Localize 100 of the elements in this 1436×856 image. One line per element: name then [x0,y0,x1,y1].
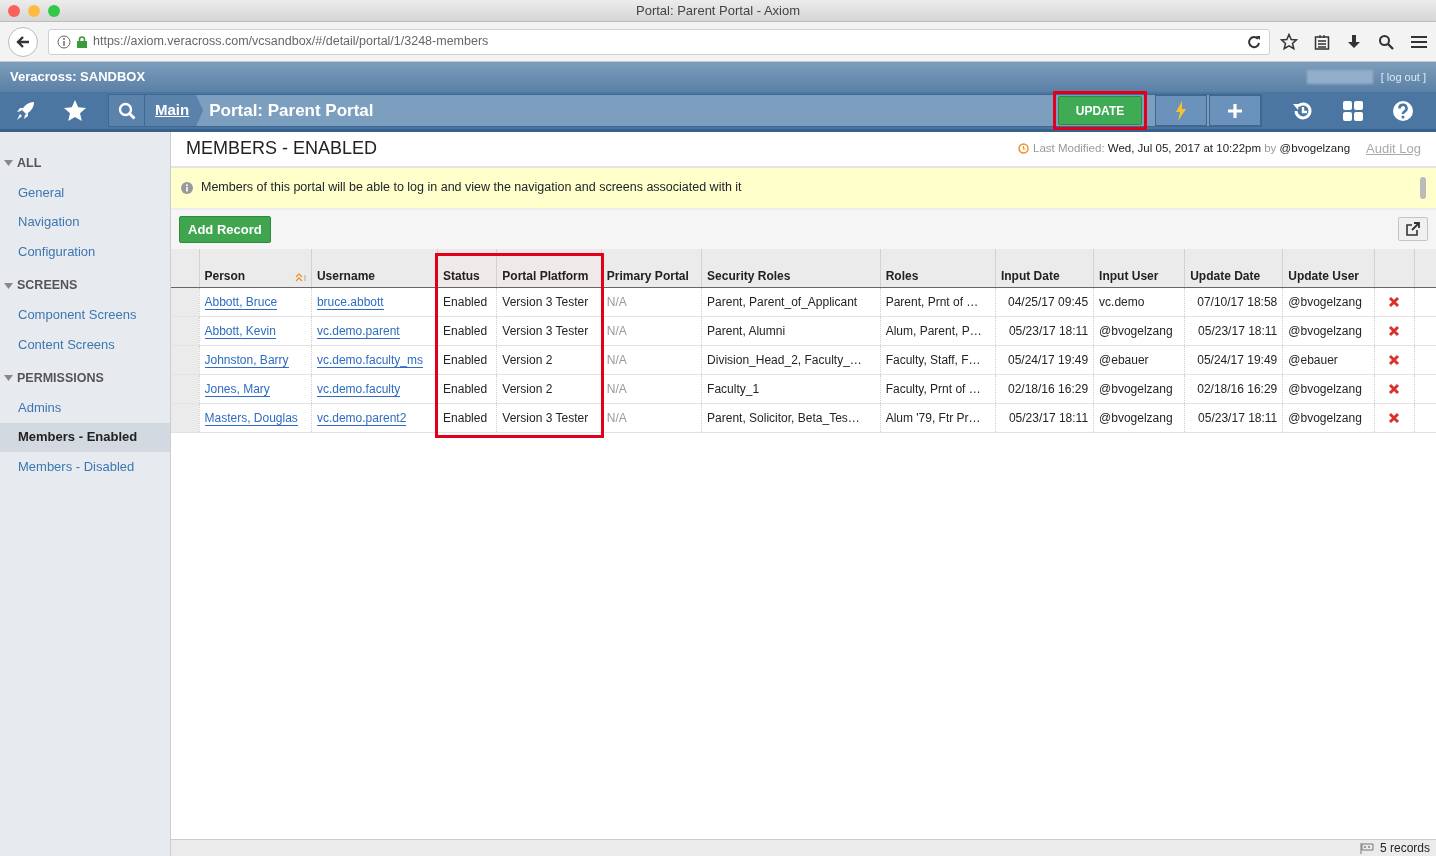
column-header[interactable]: Username [311,249,438,288]
column-header[interactable]: Update Date [1184,249,1283,288]
update-button[interactable]: UPDATE [1058,96,1142,125]
table-cell: Alum '79, Ftr Pr… [880,403,996,433]
sidebar-item[interactable]: Members - Disabled [0,452,170,482]
table-link[interactable]: Johnston, Barry [204,353,289,369]
plus-icon [1227,102,1243,119]
sidebar-group-label[interactable]: ALL [17,154,42,173]
search-icon[interactable] [1378,33,1394,50]
table-cell: @ebauer [1093,345,1185,375]
help-icon[interactable] [1392,99,1414,122]
table-cell: Version 3 Tester [496,403,602,433]
table-cell: N/A [601,345,702,375]
menu-icon[interactable] [1410,33,1428,50]
delete-icon[interactable] [1388,325,1400,338]
url-text: https://axiom.veracross.com/vcsandbox/#/detail/portal/1/3248-members [93,33,490,51]
sidebar-group-label[interactable]: SCREENS [17,276,78,295]
table-cell: Alum, Parent, P… [880,316,996,346]
reload-icon[interactable] [1247,34,1261,49]
table-link[interactable]: vc.demo.faculty [316,382,401,398]
action-button[interactable] [1155,95,1207,126]
bookmark-star-icon[interactable] [1280,32,1298,51]
info-message: Members of this portal will be able to log in and view the navigation and screens associated with it [201,179,743,197]
sidebar-item[interactable]: Navigation [0,208,170,237]
table-cell: 05/23/17 18:11 [1184,316,1283,346]
table-link[interactable]: Abbott, Bruce [204,295,278,311]
page-title: Portal: Parent Portal [208,99,375,122]
search-icon [117,101,136,120]
table-cell: @bvogelzang [1282,287,1374,317]
table-link[interactable]: Masters, Douglas [204,411,298,427]
table-cell: N/A [601,316,702,346]
table-cell: Faculty, Prnt of … [880,374,996,404]
table-cell: @bvogelzang [1093,316,1185,346]
delete-icon[interactable] [1388,354,1400,367]
back-button[interactable] [8,26,38,57]
table-cell: Parent, Alumni [701,316,881,346]
sidebar-item[interactable]: Members - Enabled [0,423,170,452]
breadcrumb-link[interactable]: Main [145,95,204,126]
open-external-button[interactable] [1398,217,1428,242]
table-link[interactable]: bruce.abbott [316,295,384,311]
delete-icon[interactable] [1388,383,1400,396]
section-heading: MEMBERS - ENABLED [186,138,379,160]
table-cell: Version 2 [496,374,602,404]
sidebar-item[interactable]: Configuration [0,237,170,267]
table-cell: @bvogelzang [1282,403,1374,433]
add-record-button[interactable]: Add Record [179,215,271,244]
table-link[interactable]: vc.demo.parent [316,324,400,340]
column-header[interactable]: Input User [1093,249,1185,288]
lock-icon [77,35,87,48]
download-icon[interactable] [1346,33,1362,50]
table-cell: N/A [601,287,702,317]
table-cell: 05/23/17 18:11 [995,403,1094,433]
table-cell: Division_Head_2, Faculty_… [701,345,881,375]
table-cell: 04/25/17 09:45 [995,287,1094,317]
table-cell: @bvogelzang [1093,374,1185,404]
history-icon[interactable] [1292,99,1314,122]
sidebar-group-label[interactable]: PERMISSIONS [17,369,104,388]
window-title: Portal: Parent Portal - Axiom [635,1,801,20]
column-header[interactable]: Input Date [995,249,1094,288]
sidebar-item[interactable]: Component Screens [0,301,170,330]
delete-icon[interactable] [1388,296,1400,309]
scrollbar[interactable] [1420,176,1426,199]
table-link[interactable]: Jones, Mary [204,382,270,398]
table-link[interactable]: Abbott, Kevin [204,324,276,340]
column-header[interactable]: Roles [880,249,996,288]
table-cell: N/A [601,403,702,433]
blurred-field [1306,70,1373,84]
column-header[interactable]: Person [199,249,312,288]
sidebar-item[interactable]: Content Screens [0,330,170,359]
table-link[interactable]: vc.demo.faculty_ms [316,353,423,369]
table-cell: Faculty, Staff, F… [880,345,996,375]
app-title: Veracross: SANDBOX [10,68,147,87]
table-cell: 02/18/16 16:29 [1184,374,1283,404]
reading-list-icon[interactable] [1314,33,1330,50]
record-count: 5 records [1379,840,1430,856]
flag-icon [1359,842,1374,854]
star-icon[interactable] [63,98,87,123]
table-cell: 05/23/17 18:11 [995,316,1094,346]
table-link[interactable]: vc.demo.parent2 [316,411,407,427]
sidebar-item[interactable]: General [0,178,170,208]
table-cell: Enabled [437,287,497,317]
logout-link[interactable]: [ log out ] [1380,68,1426,86]
search-button[interactable] [109,95,145,126]
column-header[interactable]: Security Roles [701,249,881,288]
table-cell: 05/24/17 19:49 [1184,345,1283,375]
table-cell: Enabled [437,345,497,375]
close-button[interactable] [8,4,20,17]
table-cell: vc.demo [1093,287,1185,317]
add-button[interactable] [1209,95,1261,126]
rocket-icon[interactable] [14,99,36,122]
table-cell: Parent, Prnt of … [880,287,996,317]
sidebar-item[interactable]: Admins [0,393,170,423]
grid-icon[interactable] [1342,99,1364,122]
table-cell: @ebauer [1282,345,1374,375]
column-header[interactable]: Update User [1282,249,1374,288]
info-icon [181,181,193,194]
delete-icon[interactable] [1388,412,1400,425]
url-field[interactable]: https://axiom.veracross.com/vcsandbox/#/detail/portal/1/3248-members [48,28,1270,55]
table-cell: Enabled [437,403,497,433]
column-header[interactable]: Primary Portal [601,249,702,288]
